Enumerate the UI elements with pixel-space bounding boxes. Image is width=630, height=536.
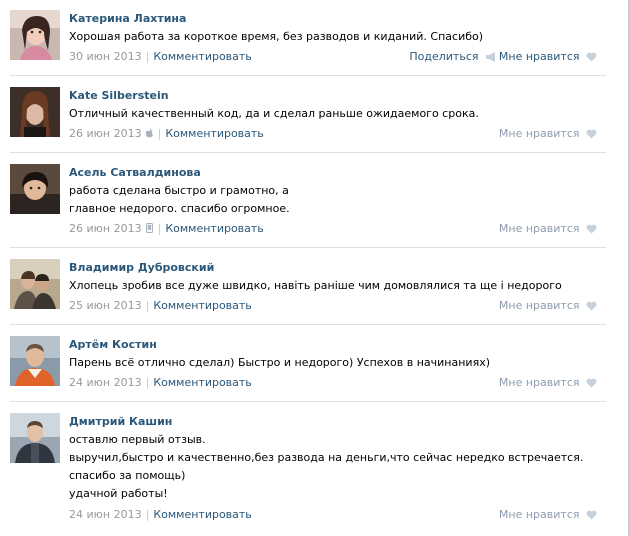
avatar[interactable] xyxy=(10,164,60,214)
comment-divider xyxy=(10,75,606,76)
comment-text: главное недорого. спасибо огромное. xyxy=(69,202,290,215)
author-name-link[interactable]: Kate Silberstein xyxy=(69,89,169,102)
meta-separator: | xyxy=(145,299,150,312)
comment-reply-link[interactable]: Комментировать xyxy=(153,50,251,63)
heart-icon xyxy=(586,510,597,520)
comment-divider xyxy=(10,247,606,248)
meta-separator: | xyxy=(145,376,150,389)
comment-meta: 24 июн 2013 | Комментировать xyxy=(69,376,252,389)
comment-text: Хлопець зробив все дуже швидко, навіть р… xyxy=(69,279,562,292)
comment-text: выручил,быстро и качественно,без развода… xyxy=(69,451,584,464)
comment-date: 26 июн 2013 xyxy=(69,222,142,235)
comment-text: спасибо за помощь) xyxy=(69,469,186,482)
like-label: Мне нравится xyxy=(498,508,580,521)
like-label: Мне нравится xyxy=(498,222,580,235)
comment-date: 30 июн 2013 xyxy=(69,50,142,63)
comment-meta: 26 июн 2013 | Комментировать xyxy=(69,127,264,140)
comment-date: 25 июн 2013 xyxy=(69,299,142,312)
like-button[interactable]: Мне нравится xyxy=(499,127,597,140)
comment-date: 24 июн 2013 xyxy=(69,508,142,521)
heart-icon xyxy=(586,378,597,388)
comment-text: Отличный качественный код, да и сделал р… xyxy=(69,107,479,120)
author-name-link[interactable]: Артём Костин xyxy=(69,338,157,351)
avatar[interactable] xyxy=(10,10,60,60)
apple-icon xyxy=(145,128,153,138)
heart-icon xyxy=(586,129,597,139)
comment-text: работа сделана быстро и грамотно, а xyxy=(69,184,289,197)
comment-text: Хорошая работа за короткое время, без ра… xyxy=(69,30,484,43)
avatar[interactable] xyxy=(10,413,60,463)
share-button[interactable]: Поделиться xyxy=(409,50,497,63)
like-button[interactable]: Мне нравится xyxy=(499,508,597,521)
megaphone-icon xyxy=(486,52,495,62)
heart-icon xyxy=(586,52,597,62)
avatar[interactable] xyxy=(10,87,60,137)
share-label: Поделиться xyxy=(409,50,479,63)
author-name-link[interactable]: Асель Сатвалдинова xyxy=(69,166,201,179)
comment-meta: 25 июн 2013 | Комментировать xyxy=(69,299,252,312)
comment-reply-link[interactable]: Комментировать xyxy=(153,376,251,389)
comment-reply-link[interactable]: Комментировать xyxy=(165,222,263,235)
mobile-icon xyxy=(145,223,153,233)
avatar[interactable] xyxy=(10,259,60,309)
comment-meta: 30 июн 2013 | Комментировать xyxy=(69,50,252,63)
author-name-link[interactable]: Дмитрий Кашин xyxy=(69,415,172,428)
like-button[interactable]: Мне нравится xyxy=(499,376,597,389)
meta-separator: | xyxy=(157,127,162,140)
comment-divider xyxy=(10,152,606,153)
comment-reply-link[interactable]: Комментировать xyxy=(153,299,251,312)
meta-separator: | xyxy=(145,50,150,63)
meta-separator: | xyxy=(157,222,162,235)
like-label: Мне нравится xyxy=(498,376,580,389)
like-label: Мне нравится xyxy=(498,299,580,312)
author-name-link[interactable]: Катерина Лахтина xyxy=(69,12,186,25)
comment-reply-link[interactable]: Комментировать xyxy=(153,508,251,521)
heart-icon xyxy=(586,224,597,234)
like-button[interactable]: Мне нравится xyxy=(499,299,597,312)
comment-date: 24 июн 2013 xyxy=(69,376,142,389)
comment-text: Парень всё отлично сделал) Быстро и недо… xyxy=(69,356,491,369)
comment-meta: 26 июн 2013 | Комментировать xyxy=(69,222,264,235)
comment-divider xyxy=(10,324,606,325)
like-button[interactable]: Мне нравится xyxy=(499,222,597,235)
comment-meta: 24 июн 2013 | Комментировать xyxy=(69,508,252,521)
like-button[interactable]: Мне нравится xyxy=(499,50,597,63)
like-label: Мне нравится xyxy=(498,127,580,140)
meta-separator: | xyxy=(145,508,150,521)
comment-date: 26 июн 2013 xyxy=(69,127,142,140)
heart-icon xyxy=(586,301,597,311)
comment-text: удачной работы! xyxy=(69,487,168,500)
avatar[interactable] xyxy=(10,336,60,386)
author-name-link[interactable]: Владимир Дубровский xyxy=(69,261,214,274)
like-label: Мне нравится xyxy=(498,50,580,63)
comment-divider xyxy=(10,401,606,402)
comment-text: оставлю первый отзыв. xyxy=(69,433,206,446)
comment-reply-link[interactable]: Комментировать xyxy=(165,127,263,140)
